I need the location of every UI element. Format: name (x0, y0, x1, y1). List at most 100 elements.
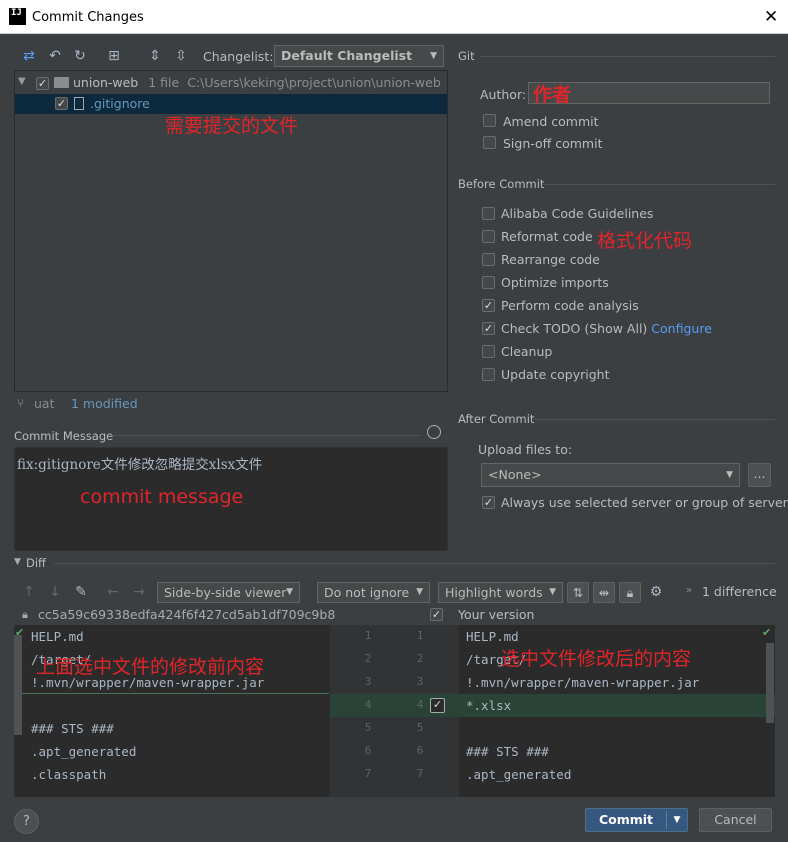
configure-link[interactable]: Configure (651, 321, 712, 336)
annotation-before: 上面选中文件的修改前内容 (36, 656, 265, 678)
rollback-icon[interactable]: ↶ (46, 47, 64, 65)
close-icon[interactable]: ✕ (764, 7, 778, 27)
line-number: 7 (416, 767, 424, 780)
divider (480, 56, 775, 57)
code-line: !.mvn/wrapper/maven-wrapper.jar (466, 675, 700, 690)
always-server-checkbox[interactable]: ✓ (482, 496, 495, 509)
before-commit-label: Reformat code (501, 229, 593, 244)
deletion-marker (14, 693, 329, 694)
file-checkbox[interactable]: ✓ (55, 97, 68, 110)
divider (534, 419, 775, 420)
line-number: 4 (364, 698, 372, 711)
expand-arrow-icon[interactable]: ▼ (18, 76, 26, 87)
before-commit-label: Alibaba Code Guidelines (501, 206, 653, 221)
edit-icon[interactable]: ✎ (72, 583, 90, 601)
diff-collapse-icon[interactable]: ▼ (14, 557, 21, 567)
code-line: *.xlsx (466, 698, 512, 713)
changelist-value: Default Changelist (281, 48, 413, 63)
forward-icon[interactable]: → (130, 583, 148, 601)
back-icon[interactable]: ← (104, 583, 122, 601)
highlight-value: Highlight words (445, 585, 543, 600)
signoff-label: Sign-off commit (503, 136, 603, 151)
diff-editor[interactable]: ✔ ✔ HELP.md/target/!.mvn/wrapper/maven-w… (14, 625, 775, 797)
viewer-select[interactable]: Side-by-side viewer ▼ (157, 582, 300, 603)
code-line: HELP.md (466, 629, 519, 644)
left-scrollbar[interactable] (14, 635, 22, 735)
code-line: .apt_generated (31, 744, 137, 759)
commit-message-text: fix:gitignore文件修改忽略提交xlsx文件 (17, 457, 263, 473)
lock-icon[interactable]: 🔒︎ (619, 582, 641, 603)
amend-checkbox[interactable] (483, 114, 496, 127)
viewer-value: Side-by-side viewer (164, 585, 287, 600)
expand-all-icon[interactable]: ⇕ (146, 47, 164, 65)
branch-name: uat (34, 396, 55, 411)
before-commit-checkbox[interactable] (482, 253, 495, 266)
chevron-down-icon: ▼ (286, 587, 293, 597)
code-line: HELP.md (31, 629, 84, 644)
before-commit-checkbox[interactable]: ✓ (482, 299, 495, 312)
commit-button[interactable]: Commit (586, 809, 666, 831)
settings-gear-icon[interactable]: ⚙ (647, 583, 665, 601)
highlight-select[interactable]: Highlight words ▼ (438, 582, 563, 603)
line-number: 5 (364, 721, 372, 734)
ignore-select[interactable]: Do not ignore ▼ (317, 582, 430, 603)
file-name: .gitignore (90, 96, 150, 111)
option-text: Perform code analysis (501, 298, 639, 313)
line-number: 2 (364, 652, 372, 665)
author-input[interactable]: 作者 (528, 82, 770, 106)
more-servers-button[interactable]: ... (748, 463, 771, 487)
prev-diff-icon[interactable]: ↑ (20, 583, 38, 601)
tree-root-row[interactable]: union-web 1 file C:\Users\keking\project… (73, 75, 441, 90)
commit-options-chevron-icon[interactable]: ▼ (667, 809, 687, 831)
code-line: .apt_generated (466, 767, 572, 782)
branch-icon: ⑂ (17, 396, 25, 410)
modified-count[interactable]: 1 modified (71, 396, 138, 411)
before-commit-checkbox[interactable] (482, 276, 495, 289)
annotation-author: 作者 (533, 84, 572, 106)
help-button[interactable]: ? (14, 809, 39, 834)
line-number: 3 (364, 675, 372, 688)
include-checkbox[interactable]: ✓ (430, 608, 443, 621)
divider (110, 435, 420, 436)
option-text: Optimize imports (501, 275, 609, 290)
upload-select[interactable]: <None> ▼ (481, 463, 740, 487)
git-section-title: Git (458, 49, 475, 63)
option-text: Alibaba Code Guidelines (501, 206, 654, 221)
right-header: Your version (458, 607, 535, 622)
collapse-all-icon[interactable]: ⇳ (172, 47, 190, 65)
code-line: .classpath (31, 767, 107, 782)
line-number: 6 (416, 744, 424, 757)
before-commit-checkbox[interactable] (482, 345, 495, 358)
before-commit-checkbox[interactable]: ✓ (482, 322, 495, 335)
refresh-icon[interactable]: ↻ (71, 47, 89, 65)
before-commit-checkbox[interactable] (482, 368, 495, 381)
apply-change-checkbox[interactable]: ✓ (430, 698, 445, 713)
file-icon (74, 97, 84, 110)
sync-scroll-icon[interactable]: ⇹ (593, 582, 615, 603)
ignore-value: Do not ignore (324, 585, 410, 600)
signoff-checkbox[interactable] (483, 136, 496, 149)
history-icon[interactable] (427, 425, 441, 439)
chevron-down-icon: ▼ (726, 470, 733, 480)
chevron-down-icon: ▼ (430, 51, 437, 61)
commit-message-input[interactable]: fix:gitignore文件修改忽略提交xlsx文件 commit messa… (14, 447, 448, 551)
line-number: 1 (364, 629, 372, 642)
before-commit-label: Check TODO (Show All) Configure (501, 321, 712, 336)
before-commit-checkbox[interactable] (482, 207, 495, 220)
collapse-unchanged-icon[interactable]: ⇅ (567, 582, 589, 603)
right-scrollbar[interactable] (766, 643, 774, 723)
next-diff-icon[interactable]: ↓ (46, 583, 64, 601)
always-server-label: Always use selected server or group of s… (501, 495, 788, 510)
option-text: Cleanup (501, 344, 553, 359)
cancel-button[interactable]: Cancel (699, 808, 772, 832)
changelist-select[interactable]: Default Changelist ▼ (274, 45, 444, 67)
group-by-icon[interactable]: ⊞ (105, 47, 123, 65)
before-commit-checkbox[interactable] (482, 230, 495, 243)
option-text: Rearrange code (501, 252, 600, 267)
show-diff-icon[interactable]: ⇄ (20, 47, 38, 65)
commit-button-group: Commit ▼ (585, 808, 688, 832)
divider (542, 184, 775, 185)
amend-label: Amend commit (503, 114, 599, 129)
root-checkbox[interactable]: ✓ (36, 77, 49, 90)
line-number: 2 (416, 652, 424, 665)
